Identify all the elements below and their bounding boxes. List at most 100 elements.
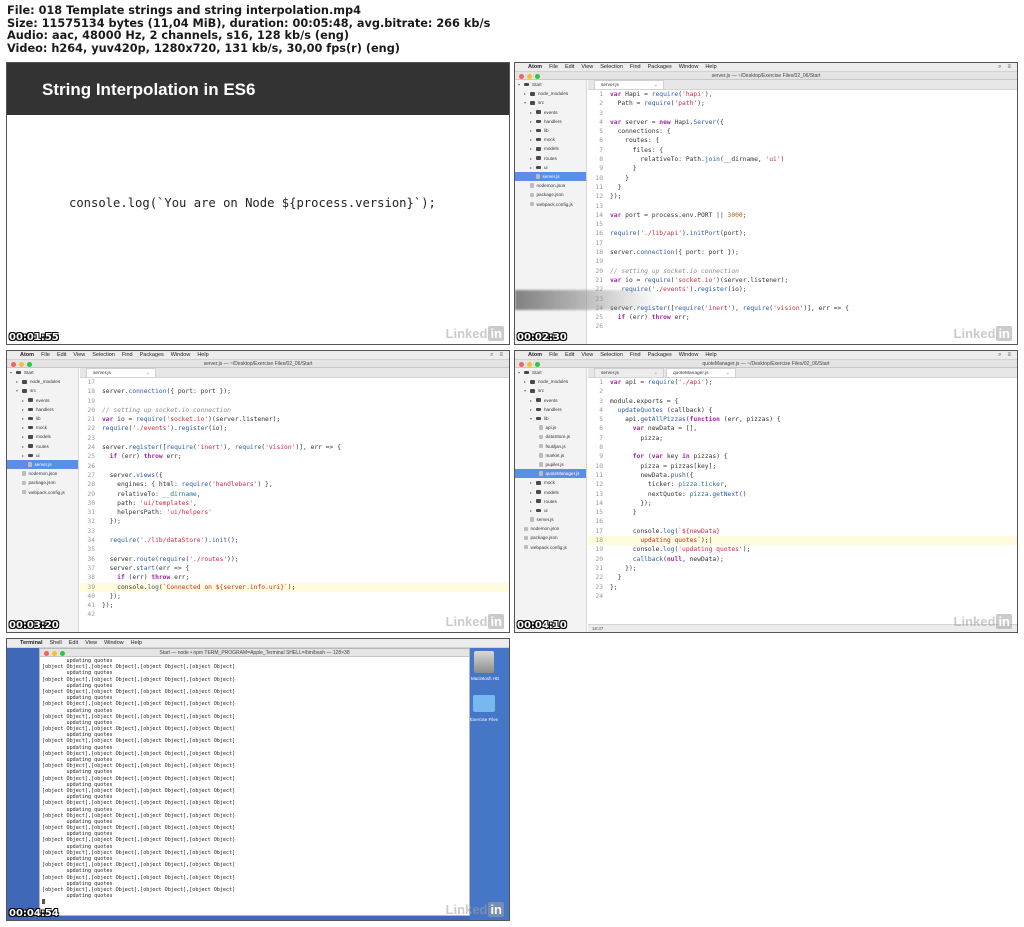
code-editor[interactable]: 1 var api = require('./api'); 2 3 module.e…	[588, 378, 1017, 632]
tree-item[interactable]: ▾ lib	[515, 414, 586, 423]
search-icon[interactable]: ⌕	[998, 352, 1001, 359]
menu-help[interactable]: Help	[705, 352, 716, 358]
code-editor[interactable]: 17 18 server.connection({ port: port }); …	[80, 378, 509, 632]
tree-item[interactable]: ▸ ui	[7, 451, 78, 460]
tree-item[interactable]: ▾ Start	[515, 80, 586, 89]
tree-item[interactable]: webpack.config.js	[515, 543, 586, 552]
menu-file[interactable]: File	[41, 352, 50, 358]
tree-item[interactable]: ▸ events	[515, 108, 586, 117]
tree-item[interactable]: ▸ mock	[7, 423, 78, 432]
tree-item[interactable]: ▸ models	[515, 487, 586, 496]
close-tab-icon[interactable]: ×	[654, 371, 657, 376]
tree-item[interactable]: ▸ mock	[515, 135, 586, 144]
menu-view[interactable]: View	[581, 64, 593, 70]
menu-edit[interactable]: Edit	[565, 64, 574, 70]
tree-item[interactable]: ▸ node_modules	[7, 377, 78, 386]
tree-item[interactable]: package.json	[515, 190, 586, 199]
tree-item[interactable]: ▸ models	[7, 432, 78, 441]
tree-item[interactable]: ▸ lib	[7, 414, 78, 423]
tree-item[interactable]: nodemon.json	[7, 469, 78, 478]
tab-server-js[interactable]: server.js ×	[594, 80, 664, 89]
tree-item[interactable]: ▾ Start	[7, 368, 78, 377]
tree-item[interactable]: ▾ src	[7, 386, 78, 395]
tree-item[interactable]: ▸ ui	[515, 163, 586, 172]
tree-item[interactable]: ▸ routes	[515, 497, 586, 506]
menu-window[interactable]: Window	[104, 640, 124, 646]
close-tab-icon[interactable]: ×	[146, 371, 149, 376]
tree-item[interactable]: ▸ events	[515, 396, 586, 405]
tree-item-selected[interactable]: server.js	[515, 171, 586, 182]
tree-item-selected[interactable]: server.js	[7, 459, 78, 470]
list-icon[interactable]: ≡	[1007, 352, 1011, 359]
folder-icon[interactable]	[473, 695, 495, 712]
menu-window[interactable]: Window	[679, 64, 699, 70]
search-icon[interactable]: ⌕	[490, 352, 493, 359]
menu-view[interactable]: View	[85, 640, 97, 646]
tree-item[interactable]: ▾ src	[515, 98, 586, 107]
tree-item[interactable]: webpack.config.js	[515, 199, 586, 208]
menu-selection[interactable]: Selection	[600, 352, 623, 358]
terminal-output[interactable]: updating quotes [object Object],[object …	[40, 657, 469, 906]
close-tab-icon[interactable]: ×	[654, 83, 657, 88]
menu-edit[interactable]: Edit	[57, 352, 66, 358]
tree-item[interactable]: pupiler.js	[515, 460, 586, 469]
tree-item[interactable]: ▸ handlers	[515, 405, 586, 414]
menu-packages[interactable]: Packages	[648, 352, 672, 358]
terminal-window[interactable]: Start — node • npm TERM_PROGRAM=Apple_Te…	[39, 648, 470, 916]
tree-item[interactable]: ▸ models	[515, 144, 586, 153]
tree-item[interactable]: ▸ handlers	[7, 405, 78, 414]
tree-item[interactable]: nodemon.json	[515, 524, 586, 533]
menu-help[interactable]: Help	[705, 64, 716, 70]
tree-item[interactable]: fsutiljan.js	[515, 442, 586, 451]
tree-item[interactable]: ▸ routes	[515, 154, 586, 163]
menu-terminal[interactable]: Terminal	[20, 640, 43, 646]
menu-view[interactable]: View	[73, 352, 85, 358]
menu-selection[interactable]: Selection	[600, 64, 623, 70]
menu-atom[interactable]: Atom	[528, 64, 542, 70]
list-icon[interactable]: ≡	[1007, 64, 1011, 71]
menu-help[interactable]: Help	[131, 640, 142, 646]
tree-item[interactable]: package.json	[7, 478, 78, 487]
tree-item[interactable]: package.json	[515, 533, 586, 542]
menu-window[interactable]: Window	[679, 352, 699, 358]
tree-item[interactable]: ▸ handlers	[515, 117, 586, 126]
search-icon[interactable]: ⌕	[998, 64, 1001, 71]
close-tab-icon[interactable]: ×	[726, 371, 729, 376]
tree-item[interactable]: ▾ src	[515, 386, 586, 395]
menu-atom[interactable]: Atom	[20, 352, 34, 358]
menu-edit[interactable]: Edit	[69, 640, 78, 646]
menu-window[interactable]: Window	[171, 352, 191, 358]
tree-item[interactable]: ▸ node_modules	[515, 89, 586, 98]
tree-item[interactable]: market.js	[515, 451, 586, 460]
tree-item[interactable]: server.js	[515, 515, 586, 524]
menu-help[interactable]: Help	[197, 352, 208, 358]
tree-item[interactable]: webpack.config.js	[7, 487, 78, 496]
menu-selection[interactable]: Selection	[92, 352, 115, 358]
menu-file[interactable]: File	[549, 352, 558, 358]
menu-edit[interactable]: Edit	[565, 352, 574, 358]
tree-item[interactable]: api.js	[515, 423, 586, 432]
tree-item-selected[interactable]: quoteManager.js	[515, 469, 586, 479]
menu-view[interactable]: View	[581, 352, 593, 358]
menu-packages[interactable]: Packages	[648, 64, 672, 70]
list-icon[interactable]: ≡	[499, 352, 503, 359]
menu-find[interactable]: Find	[630, 64, 641, 70]
tree-item[interactable]: ▸ node_modules	[515, 377, 586, 386]
tree-item[interactable]: ▸ routes	[7, 442, 78, 451]
tree-item[interactable]: ▾ Start	[515, 368, 586, 377]
tree-item[interactable]: ▸ mock	[515, 478, 586, 487]
menu-packages[interactable]: Packages	[140, 352, 164, 358]
menu-find[interactable]: Find	[630, 352, 641, 358]
tree-item[interactable]: nodemon.json	[515, 181, 586, 190]
hard-drive-icon[interactable]	[474, 651, 494, 673]
menu-shell[interactable]: Shell	[50, 640, 62, 646]
menu-find[interactable]: Find	[122, 352, 133, 358]
tree-item[interactable]: ▸ lib	[515, 126, 586, 135]
tree-item[interactable]: dataStore.js	[515, 432, 586, 441]
tree-item[interactable]: ▸ ui	[515, 506, 586, 515]
tab-server-js[interactable]: server.js ×	[86, 368, 156, 377]
tab-quotemanager-js[interactable]: quoteManager.js ×	[666, 368, 736, 377]
menu-file[interactable]: File	[549, 64, 558, 70]
tree-item[interactable]: ▸ events	[7, 396, 78, 405]
menu-atom[interactable]: Atom	[528, 352, 542, 358]
